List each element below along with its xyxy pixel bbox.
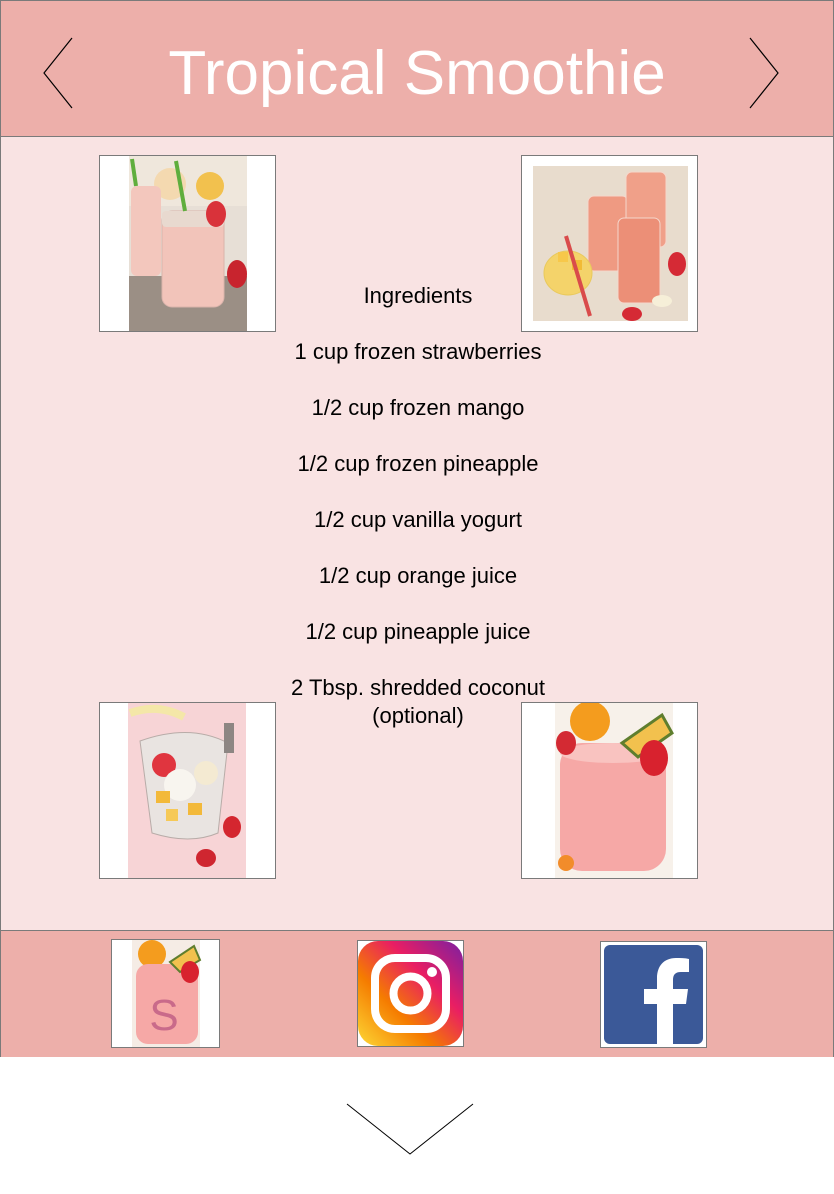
facebook-icon[interactable] [600,941,707,1048]
recipe-content: Ingredients 1 cup frozen strawberries 1/… [1,137,833,930]
page-title: Tropical Smoothie [168,39,666,108]
ingredient-item: 1/2 cup pineapple juice [305,619,531,644]
ingredients-heading: Ingredients [363,283,473,308]
ingredient-item: 1/2 cup orange juice [318,563,518,588]
ingredients-list: Ingredients 1 cup frozen strawberries 1/… [259,282,577,758]
chevron-right-icon[interactable] [747,37,781,109]
header-bar: Tropical Smoothie [1,1,833,137]
footer-bar: S [1,930,833,1057]
ingredient-item: 1/2 cup frozen mango [311,395,525,420]
ingredient-item: 1 cup frozen strawberries [294,339,542,364]
smoothie-glass-pineapple-photo [521,702,698,879]
app-frame: Tropical Smoothie Ingredients 1 cup froz… [0,0,834,1057]
ingredient-item: 1/2 cup frozen pineapple [297,451,539,476]
chevron-down-icon[interactable] [345,1102,475,1156]
blender-fruit-photo [99,702,276,879]
smoothie-jar-photo [99,155,276,332]
ingredient-item: 1/2 cup vanilla yogurt [314,507,522,532]
instagram-icon[interactable] [357,940,464,1047]
app-letter: S [149,991,178,1040]
smoothie-app-icon[interactable]: S [111,939,220,1048]
